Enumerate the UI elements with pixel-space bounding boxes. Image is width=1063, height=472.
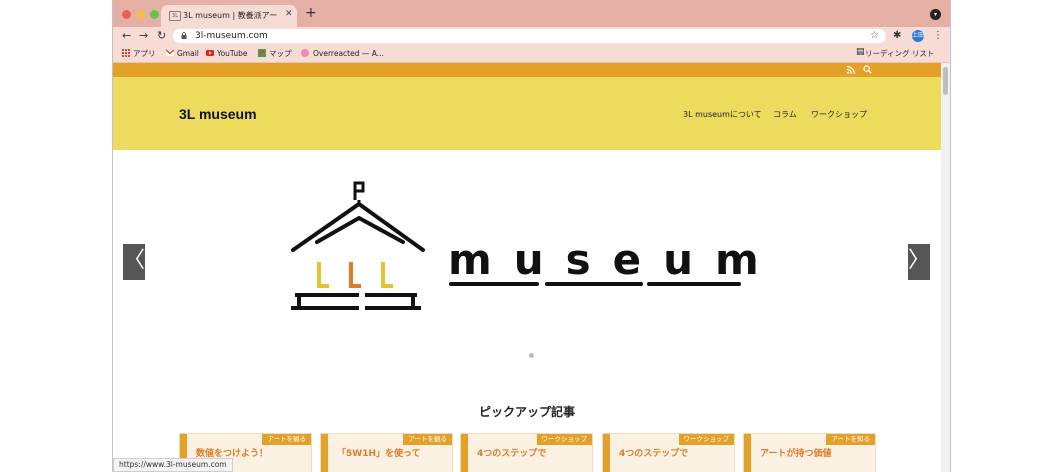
card-tag: ワークショップ bbox=[678, 434, 734, 445]
youtube-icon bbox=[206, 50, 214, 56]
address-bar[interactable]: 3l-museum.com ☆ bbox=[173, 29, 886, 43]
apps-grid-icon bbox=[122, 49, 130, 57]
status-bar-url: https://www.3l-museum.com bbox=[113, 458, 233, 472]
card-tag: アートを観る bbox=[403, 434, 452, 445]
card-text: 「5W1H」を使って bbox=[337, 449, 421, 459]
new-tab-button[interactable]: + bbox=[305, 5, 317, 21]
minimize-window-button[interactable] bbox=[136, 10, 145, 19]
site-header: 3L museum 3L museumについて コラム ワークショップ bbox=[113, 77, 941, 150]
extensions-puzzle-icon[interactable]: ✱ bbox=[893, 28, 901, 44]
card-tag: アートを知る bbox=[826, 434, 875, 445]
card-stripe bbox=[461, 434, 468, 472]
bookmark-apps[interactable]: アプリ bbox=[133, 48, 156, 59]
nav-column[interactable]: コラム bbox=[773, 109, 797, 120]
tab-close-icon[interactable]: ✕ bbox=[285, 9, 293, 19]
page-viewport: 3L museum 3L museumについて コラム ワークショップ 〈 〉 bbox=[113, 63, 941, 472]
profile-avatar[interactable]: 上田 bbox=[912, 30, 924, 42]
hero-slider: 〈 〉 museum bbox=[113, 150, 941, 380]
card-text: 4つのステップで bbox=[619, 449, 689, 459]
pickup-card[interactable]: ワークショップ 4つのステップで bbox=[602, 433, 735, 472]
bookmark-youtube[interactable]: YouTube bbox=[217, 48, 248, 59]
maps-icon bbox=[258, 49, 266, 57]
slider-prev-button[interactable]: 〈 bbox=[123, 244, 145, 280]
url-text: 3l-museum.com bbox=[195, 31, 268, 41]
reading-list-button[interactable]: リーディング リスト bbox=[865, 48, 934, 59]
bookmark-gmail[interactable]: Gmail bbox=[177, 48, 199, 59]
card-stripe bbox=[321, 434, 328, 472]
pickup-card[interactable]: アートを知る アートが持つ価値 bbox=[743, 433, 876, 472]
slider-pager-dot[interactable] bbox=[529, 353, 534, 358]
logo-wordmark: museum bbox=[448, 235, 781, 284]
bookmark-star-icon[interactable]: ☆ bbox=[870, 29, 879, 43]
pickup-card[interactable]: ワークショップ 4つのステップで bbox=[460, 433, 593, 472]
slider-next-button[interactable]: 〉 bbox=[908, 244, 930, 280]
card-text: アートが持つ価値 bbox=[760, 449, 832, 459]
more-menu-icon[interactable]: ⋮ bbox=[933, 28, 943, 44]
reload-icon[interactable]: ↻ bbox=[157, 28, 166, 44]
pickup-card[interactable]: アートを観る 「5W1H」を使って bbox=[320, 433, 453, 472]
scrollbar-thumb[interactable] bbox=[943, 67, 948, 95]
browser-tab[interactable]: 3L 3L museum | 教養派アート入門メディア ✕ bbox=[161, 5, 297, 27]
logo-underline bbox=[449, 282, 741, 286]
back-arrow-icon[interactable]: ← bbox=[122, 28, 131, 44]
nav-workshop[interactable]: ワークショップ bbox=[811, 109, 867, 120]
maximize-window-button[interactable] bbox=[150, 10, 159, 19]
museum-building-logo bbox=[291, 181, 425, 310]
bookmark-maps[interactable]: マップ bbox=[269, 48, 292, 59]
card-stripe bbox=[744, 434, 751, 472]
site-title[interactable]: 3L museum bbox=[179, 106, 257, 122]
browser-toolbar: ← → ↻ 3l-museum.com ☆ ✱ 上田 ⋮ bbox=[113, 27, 950, 45]
tab-search-icon[interactable]: ▾ bbox=[930, 9, 941, 20]
reading-list-icon: ▤ bbox=[856, 47, 865, 57]
card-text: 4つのステップで bbox=[477, 449, 547, 459]
top-strip bbox=[113, 63, 941, 77]
search-icon[interactable] bbox=[863, 65, 872, 74]
lock-icon bbox=[181, 32, 187, 39]
page-scrollbar[interactable] bbox=[941, 63, 950, 472]
title-bar: 3L 3L museum | 教養派アート入門メディア ✕ + ▾ bbox=[113, 0, 950, 27]
forward-arrow-icon[interactable]: → bbox=[139, 28, 148, 44]
bookmarks-bar: アプリ Gmail YouTube マップ Overreacted — A...… bbox=[113, 45, 950, 63]
card-tag: アートを観る bbox=[262, 434, 311, 445]
gmail-icon bbox=[166, 49, 174, 56]
rss-icon[interactable] bbox=[847, 66, 855, 74]
card-stripe bbox=[603, 434, 610, 472]
overreacted-icon bbox=[301, 49, 309, 57]
bookmark-overreacted[interactable]: Overreacted — A... bbox=[313, 48, 384, 59]
tab-favicon-icon: 3L bbox=[169, 11, 181, 21]
tab-title: 3L museum | 教養派アート入門メディア bbox=[183, 11, 277, 20]
browser-window: 3L 3L museum | 教養派アート入門メディア ✕ + ▾ ← → ↻ … bbox=[113, 0, 950, 472]
nav-about[interactable]: 3L museumについて bbox=[683, 109, 762, 120]
pickup-section-title: ピックアップ記事 bbox=[478, 405, 575, 419]
close-window-button[interactable] bbox=[122, 10, 131, 19]
card-tag: ワークショップ bbox=[536, 434, 592, 445]
